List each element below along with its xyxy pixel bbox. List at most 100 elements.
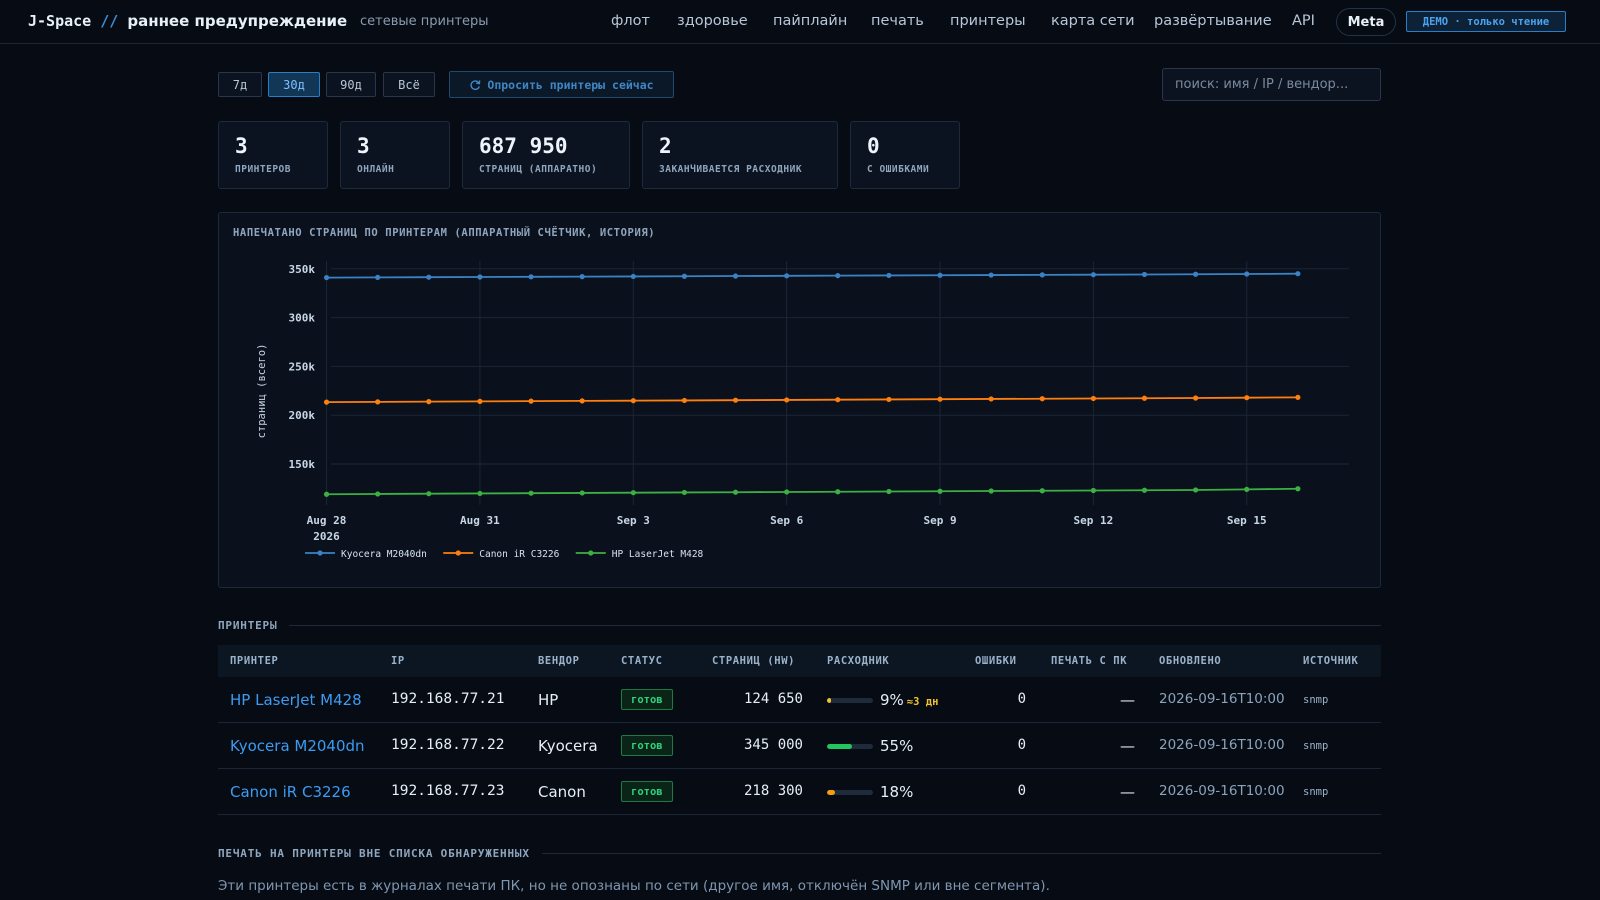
top-bar: J-Space // раннее предупреждение сетевые… (0, 0, 1600, 44)
col-errors[interactable]: ОШИБКИ (975, 655, 1017, 667)
kpi-label: ПРИНТЕРОВ (235, 164, 291, 175)
nav-pipeline[interactable]: пайплайн (773, 13, 847, 29)
kpi-label: С ОШИБКАМИ (867, 164, 930, 175)
nav-deployment[interactable]: развёртывание (1154, 13, 1272, 29)
data-point (1141, 395, 1148, 401)
series-line (326, 487, 1298, 496)
data-point (375, 399, 381, 405)
data-point (937, 488, 943, 494)
col-status[interactable]: СТАТУС (621, 655, 663, 667)
nav-printing[interactable]: печать (871, 13, 924, 29)
data-point (835, 273, 841, 279)
data-point (1193, 487, 1199, 493)
y-axis-label: страниц (всего) (256, 344, 268, 439)
col-updated[interactable]: ОБНОВЛЕНО (1159, 655, 1221, 667)
range-90d-button[interactable]: 90д (326, 72, 376, 97)
printer-name-link[interactable]: Kyocera M2040dn (230, 737, 365, 755)
printer-ip: 192.168.77.21 (391, 691, 505, 707)
nav-network-map[interactable]: карта сети (1051, 13, 1135, 29)
supply-percent-value: 18% (880, 783, 914, 801)
col-pc-print[interactable]: ПЕЧАТЬ С ПК (1051, 655, 1127, 667)
brand-slashes: // (100, 12, 119, 30)
poll-printers-button[interactable]: Опросить принтеры сейчас (449, 71, 674, 98)
data-point (988, 488, 994, 494)
col-pages[interactable]: СТРАНИЦ (HW) (712, 655, 795, 667)
kpi-value: 3 (235, 134, 248, 158)
brand[interactable]: J-Space // раннее предупреждение (28, 12, 347, 30)
legend-marker (317, 550, 323, 556)
brand-name: J-Space (28, 12, 92, 30)
data-point (579, 490, 585, 496)
status-badge: готов (621, 781, 673, 802)
data-point (732, 397, 739, 403)
data-point (1141, 487, 1148, 493)
nav-health[interactable]: здоровье (677, 13, 748, 29)
x-tick-label: Sep 9 (923, 514, 956, 527)
kpi-value: 3 (357, 134, 370, 158)
printer-ip: 192.168.77.23 (391, 783, 505, 799)
section-title: ПРИНТЕРЫ (218, 618, 278, 632)
data-point (784, 397, 790, 403)
col-supply[interactable]: РАСХОДНИК (827, 655, 889, 667)
kpi-label: ЗАКАНЧИВАЕТСЯ РАСХОДНИК (659, 164, 803, 175)
col-printer[interactable]: ПРИНТЕР (230, 655, 278, 667)
printer-errors: 0 (1017, 737, 1026, 753)
supply-bar (827, 744, 873, 749)
data-point (579, 274, 585, 280)
data-point (323, 274, 330, 281)
printer-pc-print: — (1120, 737, 1135, 755)
data-point (426, 274, 432, 280)
nav-api[interactable]: API (1292, 13, 1315, 29)
poll-label: Опросить принтеры сейчас (487, 77, 654, 92)
col-ip[interactable]: IP (391, 655, 405, 667)
kpi-printers: 3 ПРИНТЕРОВ (218, 121, 328, 189)
printer-vendor: Canon (538, 783, 586, 801)
data-point (784, 489, 790, 495)
data-point (937, 272, 943, 278)
data-point (1244, 271, 1250, 277)
x-year-label: 2026 (313, 530, 340, 543)
y-tick-label: 250k (289, 360, 316, 373)
y-tick-label: 300k (289, 312, 316, 325)
printer-vendor: HP (538, 691, 559, 709)
series-line (326, 272, 1298, 279)
kpi-label: ОНЛАЙН (357, 164, 395, 175)
data-point (1039, 272, 1045, 278)
legend-marker (588, 550, 594, 556)
supply-percent: 18% (880, 783, 916, 801)
data-point (1090, 272, 1096, 278)
kpi-label: СТРАНИЦ (АППАРАТНО) (479, 164, 598, 175)
data-point (528, 490, 534, 496)
legend-marker (455, 550, 461, 556)
range-7d-button[interactable]: 7д (218, 72, 262, 97)
data-point (426, 399, 432, 405)
data-point (323, 491, 330, 497)
data-point (477, 490, 483, 497)
search-input[interactable] (1162, 68, 1381, 101)
supply-bar (827, 698, 873, 703)
data-point (630, 490, 636, 496)
table-row[interactable]: HP LaserJet M428 192.168.77.21 HP готов … (218, 677, 1381, 723)
table-row[interactable]: Kyocera M2040dn 192.168.77.22 Kyocera го… (218, 723, 1381, 769)
col-vendor[interactable]: ВЕНДОР (538, 655, 580, 667)
unlisted-note: Эти принтеры есть в журналах печати ПК, … (218, 878, 1050, 894)
data-point (375, 491, 381, 497)
kpi-value: 0 (867, 134, 880, 158)
meta-button[interactable]: Meta (1336, 8, 1396, 36)
printer-pc-print: — (1120, 691, 1135, 709)
range-all-button[interactable]: Всё (383, 72, 435, 97)
nav-fleet[interactable]: флот (611, 13, 650, 29)
col-source[interactable]: ИСТОЧНИК (1303, 655, 1358, 667)
data-point (528, 274, 534, 280)
nav-printers[interactable]: принтеры (950, 13, 1026, 29)
data-point (1039, 488, 1045, 494)
table-row[interactable]: Canon iR C3226 192.168.77.23 Canon готов… (218, 769, 1381, 815)
data-point (886, 488, 892, 495)
range-30d-button[interactable]: 30д (268, 72, 320, 97)
printer-name-link[interactable]: Canon iR C3226 (230, 783, 351, 801)
printer-name-link[interactable]: HP LaserJet M428 (230, 691, 362, 709)
brand-tag: сетевые принтеры (360, 14, 489, 29)
data-point (1090, 395, 1096, 402)
kpi-errors: 0 С ОШИБКАМИ (850, 121, 960, 189)
data-point (477, 398, 483, 404)
